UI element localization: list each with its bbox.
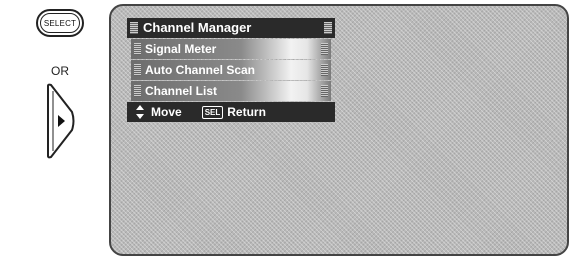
sel-key-icon: SEL [201, 105, 224, 119]
menu-title-bar: Channel Manager [127, 18, 335, 38]
move-label: Move [151, 105, 182, 119]
menu-item-signal-meter[interactable]: Signal Meter [131, 39, 331, 59]
menu-item-label: Signal Meter [145, 42, 217, 56]
menu-title: Channel Manager [143, 20, 252, 35]
return-label: Return [227, 105, 266, 119]
menu-item-auto-channel-scan[interactable]: Auto Channel Scan [131, 60, 331, 80]
menu-marker-icon [134, 43, 141, 55]
up-down-arrows-icon [136, 105, 144, 119]
menu-item-label: Auto Channel Scan [145, 63, 256, 77]
right-arrow-icon[interactable] [44, 82, 78, 160]
channel-manager-menu: Channel Manager Signal Meter Auto Channe… [127, 18, 335, 122]
page: SELECT OR Channel Manager Signal Meter A… [0, 0, 580, 274]
menu-item-channel-list[interactable]: Channel List [131, 81, 331, 101]
menu-item-label: Channel List [145, 84, 218, 98]
menu-marker-icon [321, 43, 328, 55]
menu-marker-icon [321, 64, 328, 76]
menu-marker-icon [134, 64, 141, 76]
menu-marker-icon [321, 85, 328, 97]
tv-screen: Channel Manager Signal Meter Auto Channe… [109, 4, 569, 256]
menu-marker-icon [130, 22, 138, 34]
or-text: OR [51, 64, 69, 78]
menu-footer: Move SEL Return [127, 102, 335, 122]
select-button[interactable]: SELECT [36, 9, 84, 37]
select-button-label: SELECT [40, 13, 80, 33]
menu-marker-icon [324, 22, 332, 34]
menu-marker-icon [134, 85, 141, 97]
